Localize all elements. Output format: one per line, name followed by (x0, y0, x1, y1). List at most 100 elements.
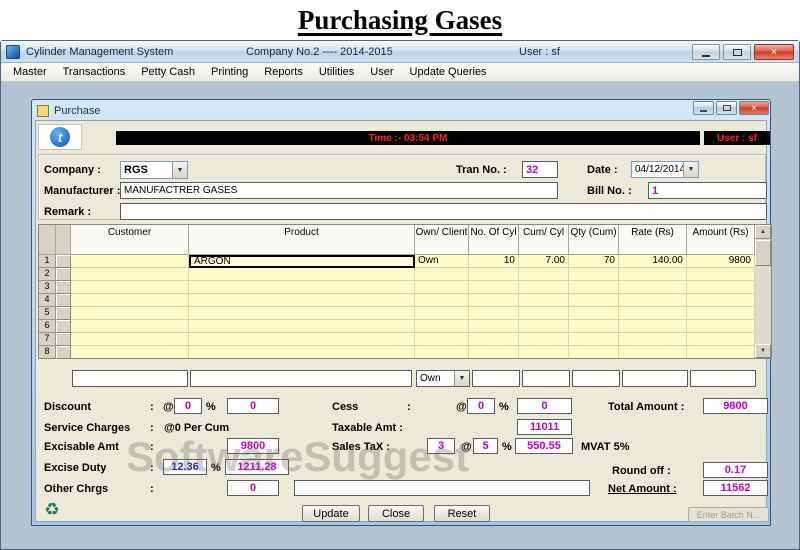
entry-no-of-cyl-input[interactable] (472, 370, 520, 387)
cell-customer[interactable] (71, 346, 189, 358)
row-selector[interactable] (56, 333, 71, 346)
net-amount-input[interactable]: 11562 (703, 480, 768, 496)
cell-qty[interactable] (569, 346, 619, 358)
menu-item-user[interactable]: User (362, 64, 401, 80)
cell-rate[interactable] (619, 307, 687, 320)
cell-amount[interactable] (687, 294, 755, 307)
cell-customer[interactable] (71, 294, 189, 307)
remark-input[interactable] (120, 203, 767, 220)
cell-customer[interactable] (71, 281, 189, 294)
cell-own-client[interactable] (415, 281, 469, 294)
purchase-close-button[interactable]: × (739, 101, 769, 115)
row-selector[interactable] (56, 281, 71, 294)
date-select[interactable]: 04/12/2014 ▼ (631, 161, 699, 178)
cell-no-of-cyl[interactable] (469, 333, 519, 346)
other-charges-input[interactable]: 0 (227, 480, 279, 496)
cell-qty[interactable] (569, 307, 619, 320)
row-number[interactable]: 6 (39, 320, 56, 333)
cell-customer[interactable] (71, 255, 189, 268)
chevron-down-icon[interactable]: ▼ (172, 162, 187, 178)
cell-no-of-cyl[interactable] (469, 268, 519, 281)
cell-product[interactable] (189, 268, 415, 281)
sales-tax-percent-input[interactable]: 5 (473, 438, 498, 454)
menu-item-petty-cash[interactable]: Petty Cash (133, 64, 203, 80)
cell-product[interactable] (189, 294, 415, 307)
other-charges-detail-input[interactable] (294, 480, 590, 496)
row-selector[interactable] (56, 255, 71, 268)
entry-rate-input[interactable] (622, 370, 688, 387)
cell-no-of-cyl[interactable] (469, 346, 519, 358)
cell-product[interactable] (189, 307, 415, 320)
manufacturer-input[interactable]: MANUFACTRER GASES (120, 182, 558, 199)
cell-rate[interactable]: 140.00 (619, 255, 687, 268)
cell-rate[interactable] (619, 268, 687, 281)
cell-no-of-cyl[interactable] (469, 281, 519, 294)
cell-amount[interactable]: 9800 (687, 255, 755, 268)
row-selector[interactable] (56, 268, 71, 281)
cell-rate[interactable] (619, 333, 687, 346)
cell-amount[interactable] (687, 320, 755, 333)
chevron-down-icon[interactable]: ▼ (454, 371, 469, 386)
cell-customer[interactable] (71, 307, 189, 320)
cell-customer[interactable] (71, 333, 189, 346)
cell-amount[interactable] (687, 281, 755, 294)
entry-customer-input[interactable] (72, 370, 188, 387)
cell-cum-cyl[interactable] (519, 294, 569, 307)
scrollbar-thumb[interactable] (755, 240, 771, 266)
maximize-button[interactable] (723, 44, 751, 60)
menu-item-transactions[interactable]: Transactions (55, 64, 134, 80)
tran-no-input[interactable]: 32 (522, 161, 558, 178)
row-selector[interactable] (56, 320, 71, 333)
cell-no-of-cyl[interactable] (469, 294, 519, 307)
excise-duty-value-input[interactable]: 1211.28 (225, 459, 289, 475)
purchase-maximize-button[interactable] (716, 101, 737, 115)
cell-own-client[interactable] (415, 320, 469, 333)
cell-cum-cyl[interactable] (519, 281, 569, 294)
menu-item-reports[interactable]: Reports (256, 64, 311, 80)
cell-qty[interactable] (569, 320, 619, 333)
cell-amount[interactable] (687, 333, 755, 346)
reset-button[interactable]: Reset (434, 505, 490, 522)
excisable-amt-input[interactable]: 9800 (227, 438, 279, 454)
cell-product[interactable] (189, 346, 415, 358)
cell-rate[interactable] (619, 346, 687, 358)
cell-cum-cyl[interactable] (519, 268, 569, 281)
cell-own-client[interactable]: Own (415, 255, 469, 268)
row-number[interactable]: 7 (39, 333, 56, 346)
row-selector[interactable] (56, 346, 71, 358)
menu-item-utilities[interactable]: Utilities (311, 64, 362, 80)
close-button[interactable]: Close (368, 505, 424, 522)
sales-tax-qty-input[interactable]: 3 (427, 438, 455, 454)
minimize-button[interactable] (692, 44, 720, 60)
row-number[interactable]: 1 (39, 255, 56, 268)
cell-qty[interactable] (569, 268, 619, 281)
discount-percent-input[interactable]: 0 (174, 398, 202, 414)
entry-qty-input[interactable] (572, 370, 620, 387)
cell-qty[interactable] (569, 294, 619, 307)
cell-cum-cyl[interactable] (519, 346, 569, 358)
entry-product-input[interactable] (190, 370, 412, 387)
total-amount-input[interactable]: 9800 (703, 398, 768, 414)
row-number[interactable]: 2 (39, 268, 56, 281)
cell-qty[interactable] (569, 333, 619, 346)
cell-no-of-cyl[interactable] (469, 307, 519, 320)
cell-customer[interactable] (71, 320, 189, 333)
cell-no-of-cyl[interactable] (469, 320, 519, 333)
enter-batch-button[interactable]: Enter Batch N... (688, 507, 769, 522)
cess-value-input[interactable]: 0 (517, 398, 572, 414)
row-selector[interactable] (56, 294, 71, 307)
menu-item-master[interactable]: Master (5, 64, 55, 80)
menu-item-printing[interactable]: Printing (203, 64, 256, 80)
row-selector[interactable] (56, 307, 71, 320)
cell-cum-cyl[interactable] (519, 307, 569, 320)
cell-no-of-cyl[interactable]: 10 (469, 255, 519, 268)
cess-percent-input[interactable]: 0 (467, 398, 495, 414)
cell-product[interactable] (189, 320, 415, 333)
cell-customer[interactable] (71, 268, 189, 281)
round-off-input[interactable]: 0.17 (703, 462, 768, 478)
table-scrollbar[interactable]: ▲ ▼ (755, 225, 771, 358)
cell-product[interactable] (189, 333, 415, 346)
cell-rate[interactable] (619, 281, 687, 294)
cell-cum-cyl[interactable] (519, 320, 569, 333)
row-number[interactable]: 5 (39, 307, 56, 320)
